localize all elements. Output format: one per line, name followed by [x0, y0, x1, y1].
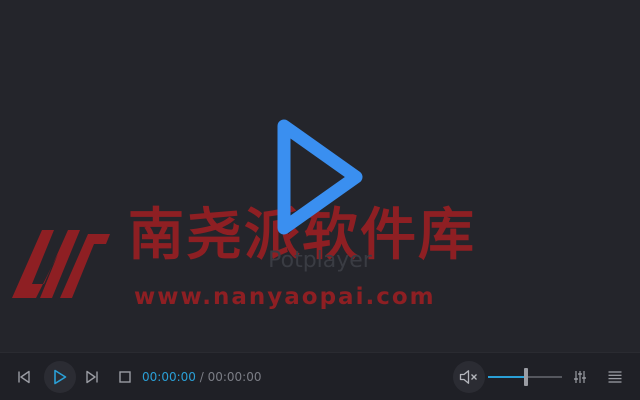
volume-handle[interactable] [524, 368, 528, 386]
previous-button[interactable] [14, 367, 34, 387]
watermark-url-text: www.nanyaopai.com [134, 284, 436, 310]
total-duration: 00:00:00 [207, 370, 262, 384]
play-button[interactable] [44, 361, 76, 393]
mute-button[interactable] [453, 361, 485, 393]
time-separator: / [195, 370, 208, 384]
current-time: 00:00:00 [142, 370, 196, 384]
menu-icon [608, 371, 622, 383]
volume-slider[interactable] [488, 367, 564, 387]
next-icon [86, 370, 98, 384]
big-play-button[interactable] [268, 112, 372, 242]
play-icon [277, 119, 363, 235]
play-icon [54, 369, 67, 385]
stop-icon [119, 371, 131, 383]
player-window: 南尧派软件库 Potplayer www.nanyaopai.com 00:00… [0, 0, 640, 400]
brand-text: Potplayer [268, 248, 372, 273]
mute-icon [459, 370, 477, 384]
video-area[interactable]: 南尧派软件库 Potplayer www.nanyaopai.com [0, 0, 640, 352]
control-bar: 00:00:00 / 00:00:00 [0, 352, 640, 400]
next-button[interactable] [82, 367, 102, 387]
time-display: 00:00:00 / 00:00:00 [142, 369, 261, 385]
equalizer-button[interactable] [570, 367, 590, 387]
stop-button[interactable] [115, 367, 135, 387]
previous-icon [18, 370, 30, 384]
menu-button[interactable] [605, 367, 625, 387]
volume-fill [488, 376, 526, 378]
equalizer-icon [574, 371, 586, 383]
